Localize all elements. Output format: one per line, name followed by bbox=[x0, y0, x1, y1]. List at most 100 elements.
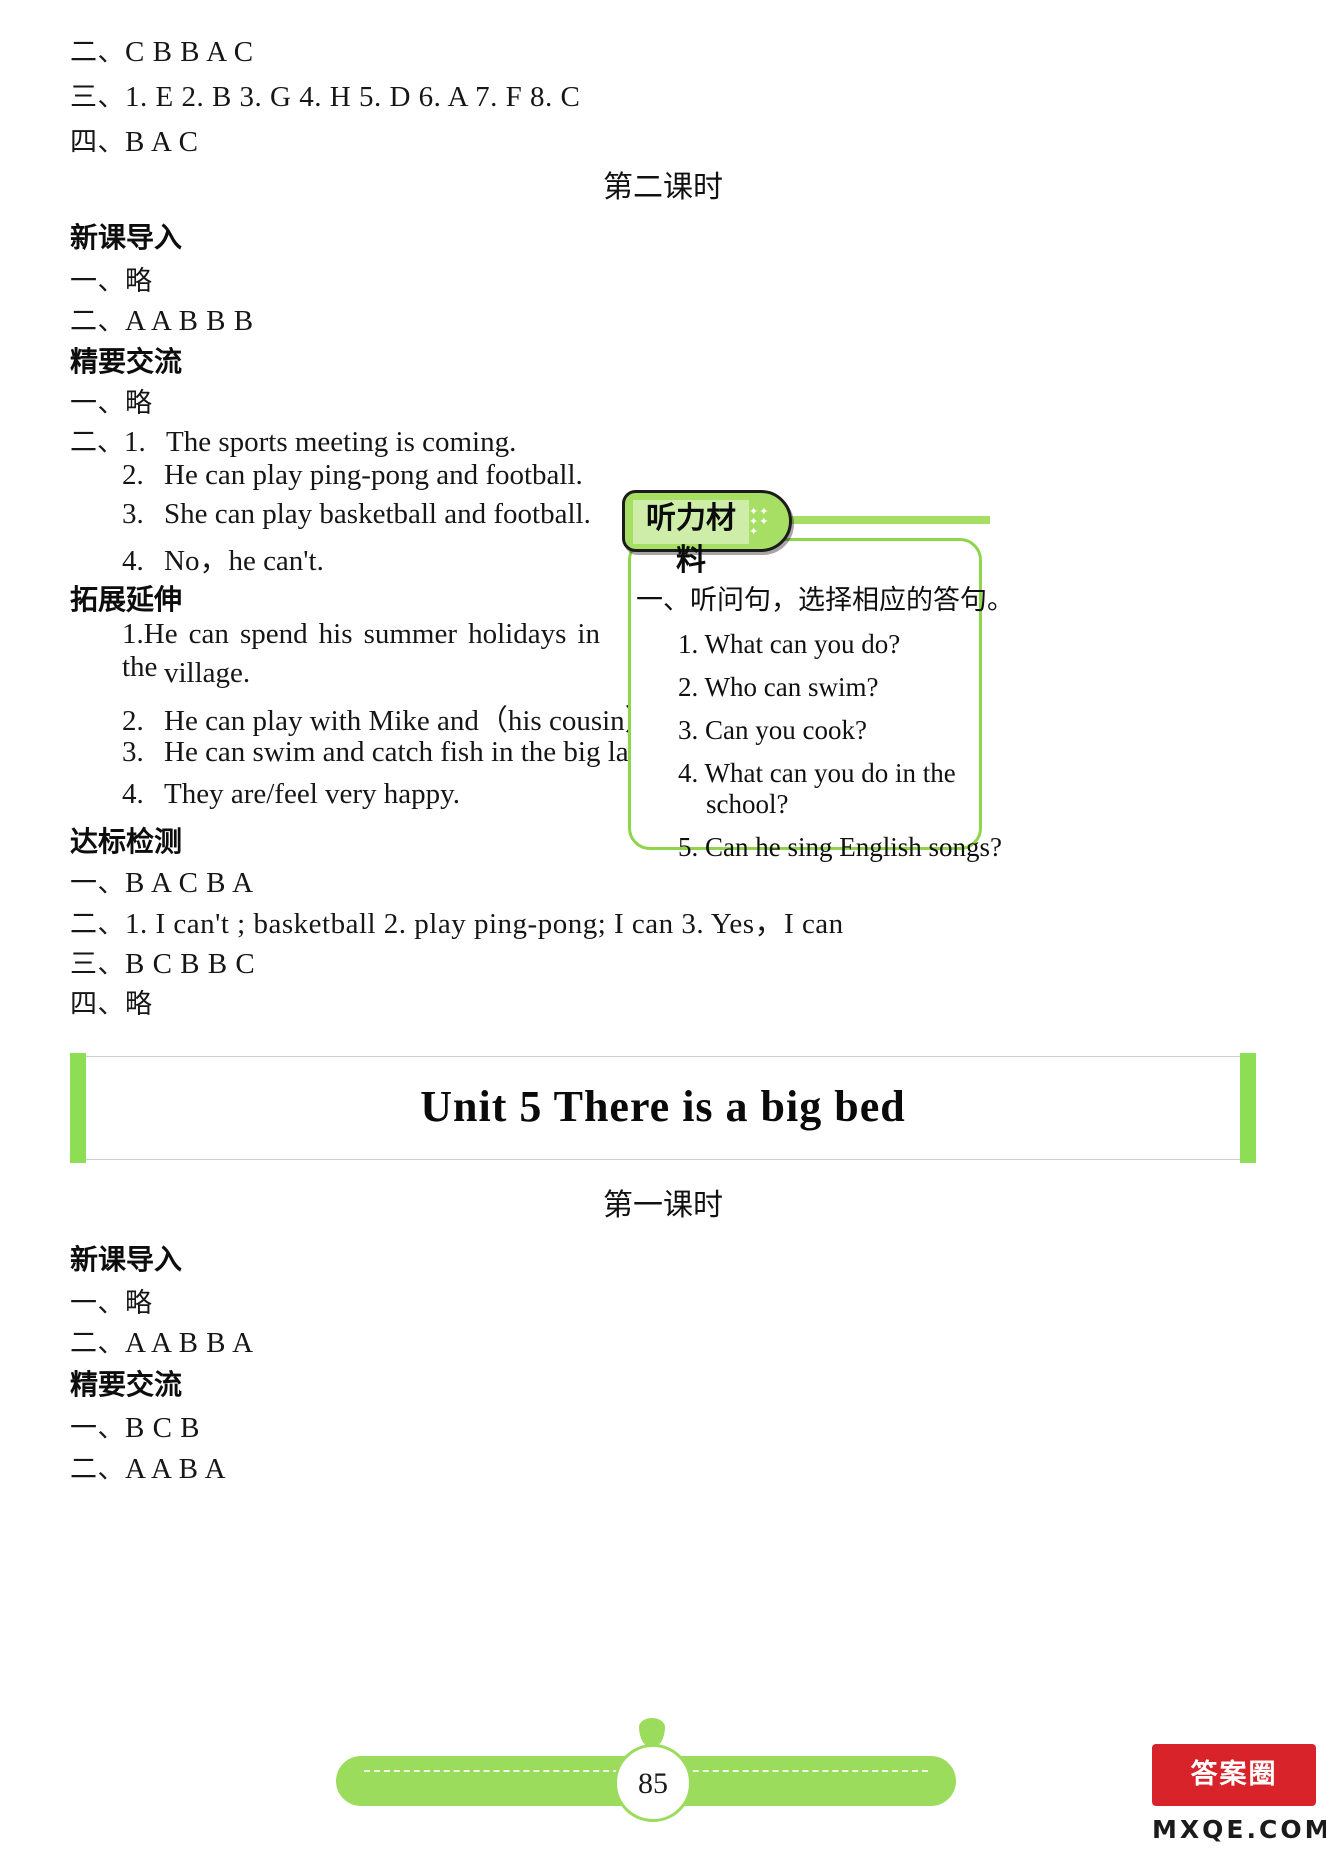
item-text: The sports meeting is coming. bbox=[166, 426, 517, 458]
item-text: She can play basketball and football. bbox=[164, 498, 591, 530]
answer-text: B C B bbox=[125, 1412, 201, 1444]
answer-row: 四、B A C bbox=[70, 120, 198, 159]
answer-marker: 一、 bbox=[70, 266, 125, 297]
watermark-logo: 答案圈 bbox=[1152, 1744, 1316, 1806]
callout-heading: 一、听问句，选择相应的答句。 bbox=[636, 585, 1014, 616]
answer-text: 1. I can't ; basketball 2. play ping-pon… bbox=[125, 908, 844, 940]
callout-tab-label: 听力材料 bbox=[646, 501, 736, 578]
section-title-key-communication: 精要交流 bbox=[70, 345, 183, 378]
answer-row: 四、略 bbox=[70, 982, 153, 1021]
answer-marker: 二、 bbox=[70, 1328, 125, 1359]
answer-row: 二、1. The sports meeting is coming. bbox=[70, 420, 516, 459]
callout-list-item: 1. What can you do? bbox=[636, 629, 978, 660]
answer-row: 3. He can swim and catch fish in the big … bbox=[122, 736, 663, 769]
callout-tab-stem bbox=[790, 516, 990, 524]
answer-marker: 一、 bbox=[70, 1413, 125, 1444]
item-number: 5. bbox=[678, 832, 699, 862]
answer-row: 一、B A C B A bbox=[70, 861, 254, 900]
answer-row: 3. She can play basketball and football. bbox=[122, 498, 591, 531]
answer-key-page: 二、C B B A C 三、1. E 2. B 3. G 4. H 5. D 6… bbox=[0, 0, 1326, 1852]
section-title-new-lesson-intro: 新课导入 bbox=[70, 1243, 183, 1276]
item-number: 1. bbox=[122, 618, 144, 650]
callout-content: 一、听问句，选择相应的答句。 1. What can you do? 2. Wh… bbox=[636, 578, 1014, 863]
lesson-2-heading: 第二课时 bbox=[603, 170, 723, 205]
sparkle-icon: ✦✦ ✦✦ ✦ bbox=[749, 506, 770, 538]
answer-row: 三、B C B B C bbox=[70, 942, 255, 981]
answer-text: B A C bbox=[125, 126, 199, 158]
item-number: 4. bbox=[678, 758, 699, 788]
answer-row: 二、A A B B B bbox=[70, 299, 254, 338]
answer-row: 4. They are/feel very happy. bbox=[122, 778, 460, 811]
answer-marker: 二、 bbox=[70, 909, 125, 940]
answer-row: 一、略 bbox=[70, 259, 153, 298]
item-number: 2. bbox=[678, 672, 699, 702]
answer-row-continuation: village. bbox=[164, 657, 250, 690]
answer-text: B A C B A bbox=[125, 867, 254, 899]
item-number: 3. bbox=[678, 715, 699, 745]
callout-list-item: 3. Can you cook? bbox=[636, 715, 978, 746]
answer-marker: 一、 bbox=[70, 1288, 125, 1319]
answer-text: 略 bbox=[125, 1288, 153, 1319]
answer-marker: 四、 bbox=[70, 989, 125, 1020]
section-title-assessment: 达标检测 bbox=[70, 825, 183, 858]
section-title-key-communication: 精要交流 bbox=[70, 1368, 183, 1401]
item-text: He can swim and catch fish in the big la… bbox=[164, 736, 664, 768]
answer-marker: 一、 bbox=[70, 388, 125, 419]
unit-banner: Unit 5 There is a big bed bbox=[70, 1053, 1256, 1163]
answer-row: 一、B C B bbox=[70, 1406, 200, 1445]
lesson-1-heading: 第一课时 bbox=[603, 1188, 723, 1223]
unit-title: Unit 5 There is a big bed bbox=[420, 1082, 906, 1131]
callout-list-item: 2. Who can swim? bbox=[636, 672, 978, 703]
answer-row: 三、1. E 2. B 3. G 4. H 5. D 6. A 7. F 8. … bbox=[70, 75, 580, 114]
answer-row: 4. No，he can't. bbox=[122, 537, 324, 579]
item-number: 3. bbox=[122, 736, 144, 768]
answer-text: A A B B A bbox=[125, 1327, 254, 1359]
answer-marker: 三、 bbox=[70, 82, 125, 113]
answer-text: B C B B C bbox=[125, 948, 256, 980]
answer-text: 略 bbox=[125, 388, 153, 419]
item-number: 2. bbox=[122, 705, 144, 737]
callout-list-item: 5. Can he sing English songs? bbox=[636, 832, 1002, 863]
unit-rule-bottom bbox=[86, 1159, 1240, 1160]
answer-marker: 二、 bbox=[70, 1454, 125, 1485]
item-text: Who can swim? bbox=[704, 672, 879, 702]
unit-rule-top bbox=[86, 1056, 1240, 1057]
answer-marker: 二、 bbox=[70, 37, 125, 68]
item-text: No，he can't. bbox=[164, 545, 324, 577]
answer-row: 二、A A B B A bbox=[70, 1321, 254, 1360]
item-number: 3. bbox=[122, 498, 144, 530]
answer-text: C B B A C bbox=[125, 36, 254, 68]
answer-marker: 一、 bbox=[70, 868, 125, 899]
answer-text: 1. E 2. B 3. G 4. H 5. D 6. A 7. F 8. C bbox=[125, 81, 581, 113]
item-text: Can he sing English songs? bbox=[705, 832, 1002, 862]
answer-row: 二、1. I can't ; basketball 2. play ping-p… bbox=[70, 900, 844, 942]
item-number: 4. bbox=[122, 778, 144, 810]
answer-row: 2. He can play ping-pong and football. bbox=[122, 459, 583, 492]
item-number: 2. bbox=[122, 459, 144, 491]
item-text: What can you do in the bbox=[704, 758, 956, 788]
page-number: 85 bbox=[638, 1767, 668, 1800]
listening-material-callout: ✦✦ ✦✦ ✦ 听力材料 一、听问句，选择相应的答句。 1. What can yo… bbox=[622, 490, 1014, 862]
answer-marker: 二、 bbox=[70, 427, 124, 458]
answer-marker: 四、 bbox=[70, 127, 125, 158]
answer-text: 略 bbox=[125, 989, 153, 1020]
item-text: He can play ping-pong and football. bbox=[164, 459, 583, 491]
answer-marker: 三、 bbox=[70, 949, 125, 980]
answer-text: 略 bbox=[125, 266, 153, 297]
answer-text: A A B A bbox=[125, 1453, 227, 1485]
answer-row: 二、A A B A bbox=[70, 1447, 226, 1486]
callout-list-item: 4. What can you do in the school? bbox=[636, 758, 978, 820]
answer-text: A A B B B bbox=[125, 305, 254, 337]
section-title-extension: 拓展延伸 bbox=[70, 583, 183, 616]
answer-marker: 二、 bbox=[70, 306, 125, 337]
answer-row: 一、略 bbox=[70, 1281, 153, 1320]
item-number: 4. bbox=[122, 545, 144, 577]
item-number: 1. bbox=[124, 426, 146, 458]
page-number-badge: 85 bbox=[614, 1744, 692, 1822]
item-text: What can you do? bbox=[704, 629, 901, 659]
item-text: They are/feel very happy. bbox=[164, 778, 461, 810]
watermark-subtitle: MXQE.COM bbox=[1152, 1815, 1326, 1844]
section-title-new-lesson-intro: 新课导入 bbox=[70, 221, 183, 254]
answer-row: 一、略 bbox=[70, 381, 153, 420]
item-text-continued: school? bbox=[706, 789, 789, 819]
